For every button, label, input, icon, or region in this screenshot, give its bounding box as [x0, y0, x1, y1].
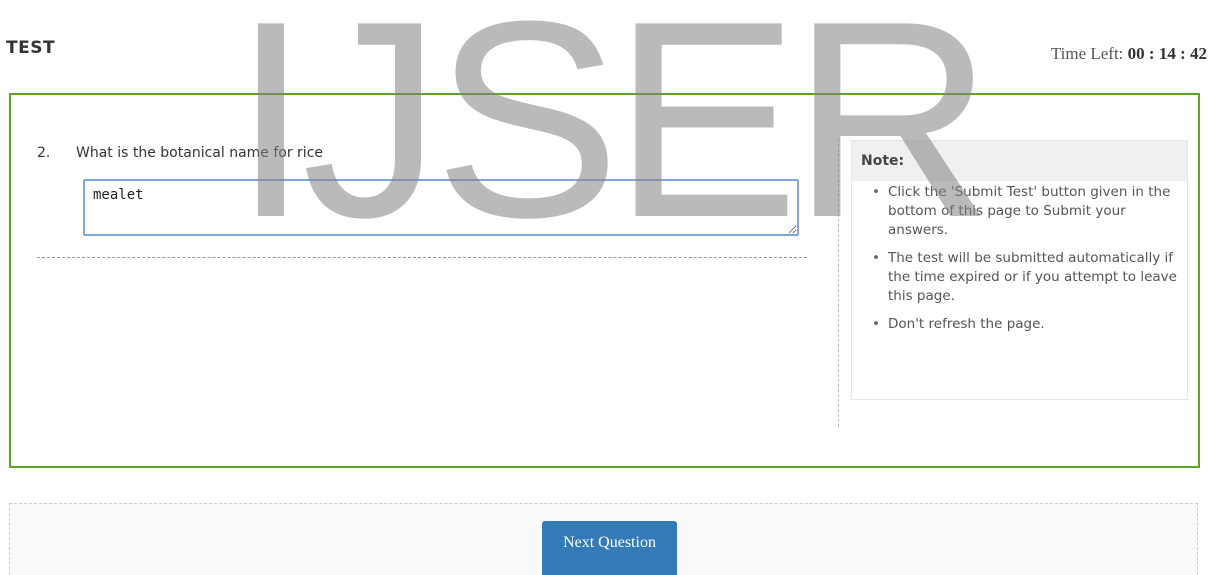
note-list: Click the 'Submit Test' button given in … [852, 181, 1187, 334]
footer-panel: Next Question [9, 503, 1198, 575]
question-panel: 2. What is the botanical name for rice N… [9, 93, 1200, 468]
time-left: Time Left: 00 : 14 : 42 [1051, 44, 1207, 64]
note-title: Note: [852, 141, 1187, 181]
panel-divider [838, 139, 839, 427]
answer-textarea[interactable] [83, 179, 799, 236]
note-item: The test will be submitted automatically… [872, 249, 1178, 306]
time-left-label: Time Left: [1050, 44, 1128, 63]
question-text: What is the botanical name for rice [76, 145, 324, 161]
next-question-button[interactable]: Next Question [542, 521, 677, 575]
question-divider [37, 257, 807, 258]
note-item: Don't refresh the page. [872, 315, 1178, 334]
question-number: 2. [37, 145, 51, 161]
page-title: TEST [6, 38, 56, 58]
time-left-value: 00 : 14 : 42 [1127, 44, 1207, 63]
note-panel: Note: Click the 'Submit Test' button giv… [851, 140, 1188, 400]
note-item: Click the 'Submit Test' button given in … [872, 183, 1178, 240]
test-page: TEST Time Left: 00 : 14 : 42 2. What is … [0, 0, 1213, 575]
